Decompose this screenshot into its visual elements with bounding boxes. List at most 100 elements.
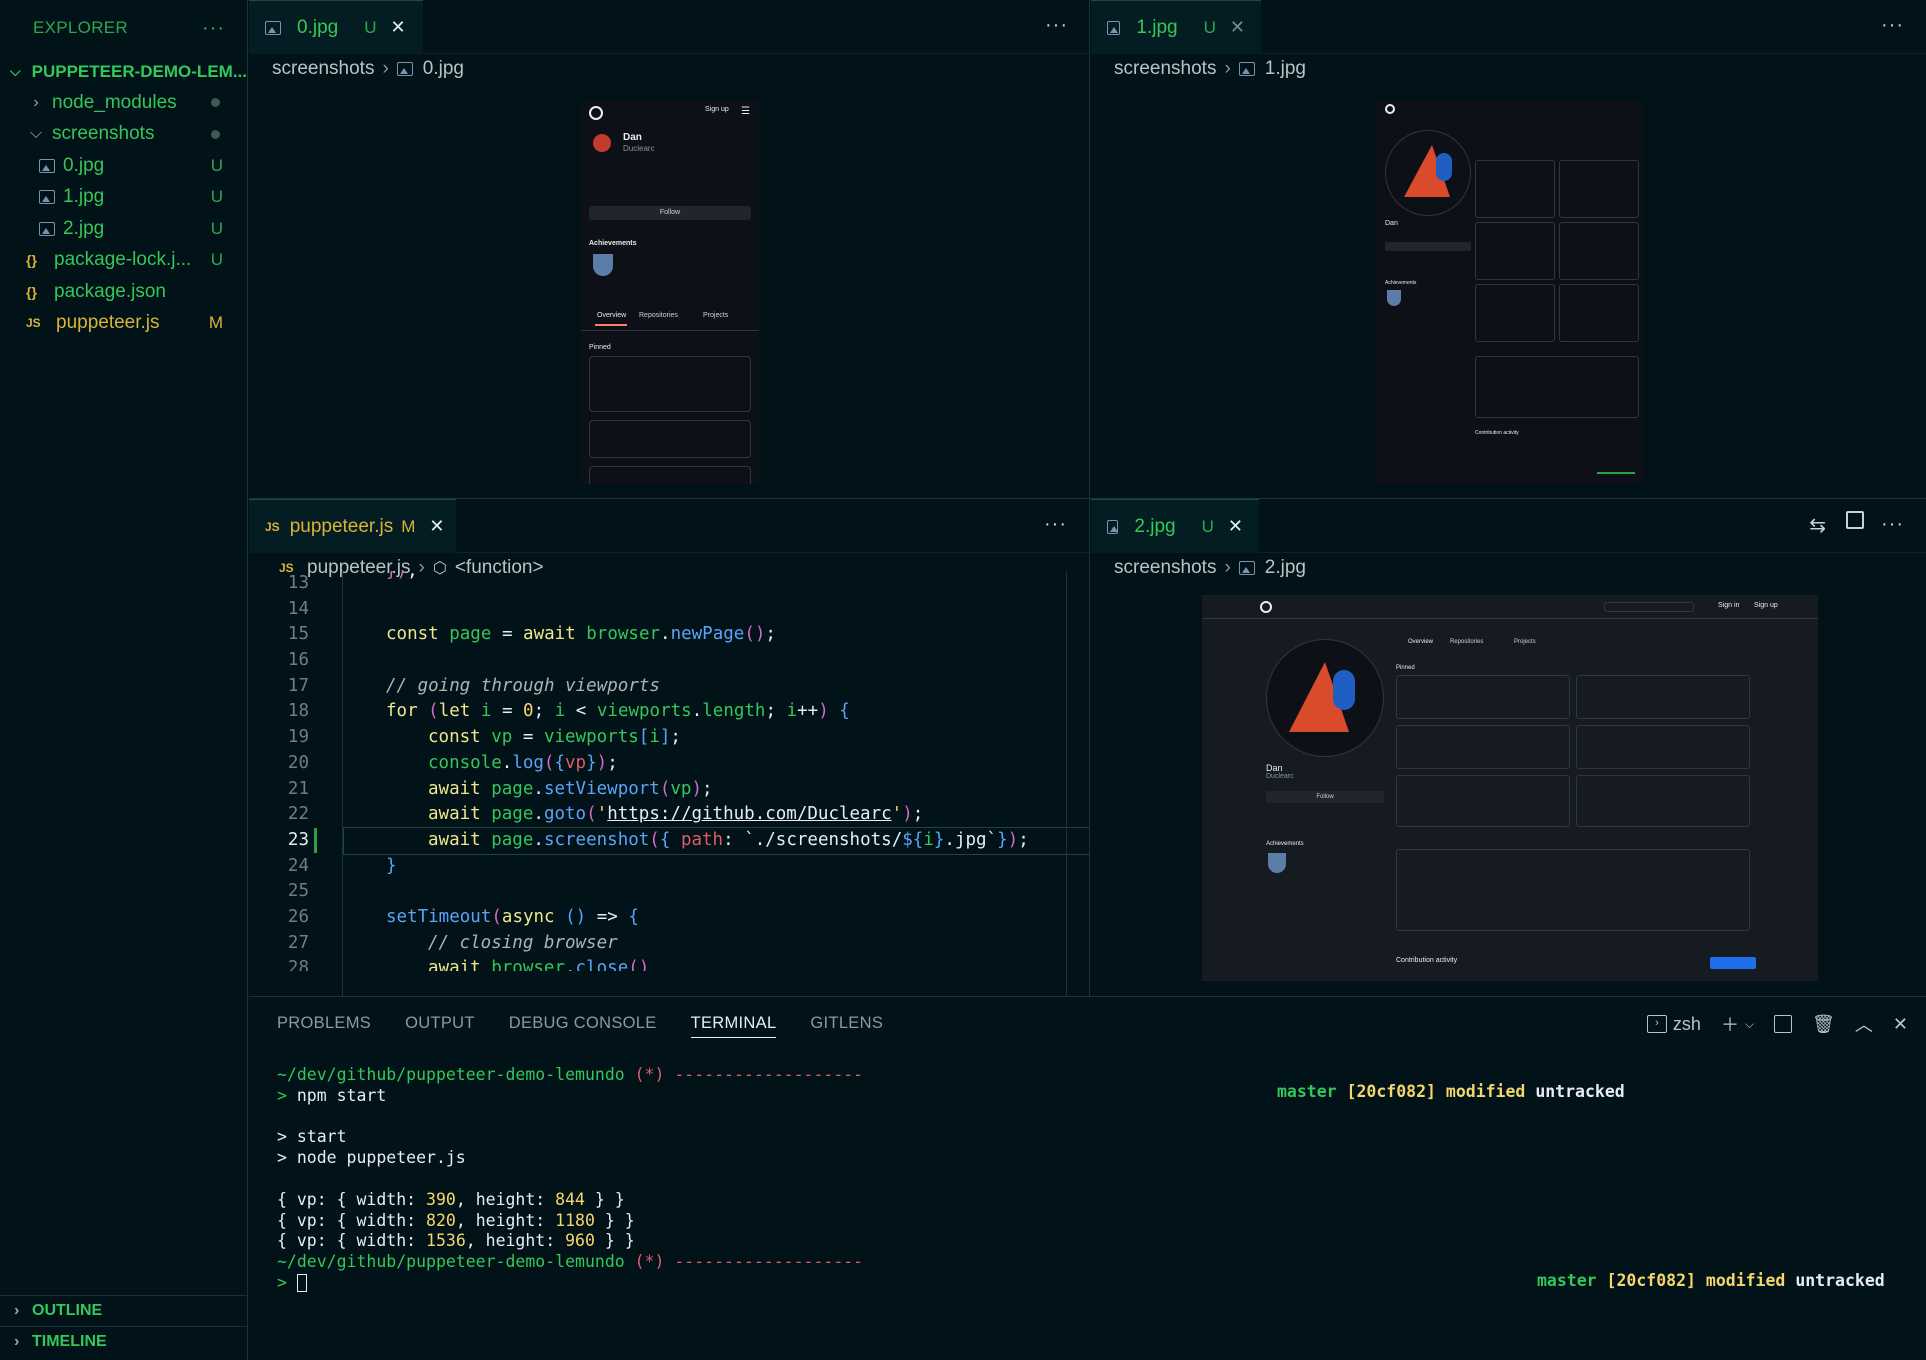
image-file-icon bbox=[1238, 62, 1255, 76]
avatar bbox=[1266, 639, 1384, 757]
code-text: // closing browser bbox=[428, 932, 618, 953]
breadcrumb-file[interactable]: 0.jpg bbox=[423, 58, 464, 80]
tab-0-jpg[interactable]: 0.jpg U ✕ bbox=[249, 0, 423, 54]
profile-name: Dan bbox=[1266, 763, 1283, 773]
git-untracked: untracked bbox=[1535, 1082, 1625, 1101]
image-file-icon bbox=[39, 221, 55, 236]
breadcrumb-folder[interactable]: screenshots bbox=[1114, 557, 1216, 579]
js-file-icon: JS bbox=[265, 519, 280, 534]
shell-name: zsh bbox=[1672, 1013, 1701, 1034]
tree-item-label: screenshots bbox=[52, 123, 155, 145]
tab-terminal[interactable]: TERMINAL bbox=[690, 1014, 777, 1038]
tab-bar: 1.jpg U ✕ ··· bbox=[1091, 0, 1926, 54]
terminal-output[interactable]: ~/dev/github/puppeteer-demo-lemundo (*) … bbox=[277, 1065, 1906, 1294]
avatar-art bbox=[1436, 153, 1452, 181]
line-number: 20 bbox=[287, 752, 309, 773]
code-line: 17 // going through viewports bbox=[249, 674, 1089, 700]
contribution-heading: Contribution activity bbox=[1396, 957, 1458, 964]
more-actions-icon[interactable]: ··· bbox=[1881, 513, 1904, 536]
image-preview-2: Sign in Sign up Dan Duclearc Follow Achi… bbox=[1202, 595, 1818, 981]
status-badge: U bbox=[210, 218, 223, 238]
project-folder[interactable]: ⌵ PUPPETEER-DEMO-LEM... bbox=[0, 56, 247, 87]
line-number: 27 bbox=[287, 932, 309, 953]
tab-debug-console[interactable]: DEBUG CONSOLE bbox=[509, 1014, 657, 1033]
tab-2-jpg[interactable]: 2.jpg U ✕ bbox=[1091, 499, 1259, 553]
more-actions-icon[interactable]: ··· bbox=[1044, 513, 1067, 536]
line-number: 22 bbox=[287, 804, 309, 825]
follow-button: Follow bbox=[589, 206, 751, 220]
scrollbar-track[interactable] bbox=[1066, 571, 1067, 996]
split-terminal-icon[interactable] bbox=[1774, 1015, 1793, 1033]
github-logo-icon bbox=[1260, 601, 1272, 613]
close-icon[interactable]: ✕ bbox=[390, 17, 405, 38]
tab-1-jpg[interactable]: 1.jpg U ✕ bbox=[1091, 0, 1261, 54]
explorer-sidebar: EXPLORER ··· ⌵ PUPPETEER-DEMO-LEM... › n… bbox=[0, 0, 248, 1360]
terminal-rule: ------------------- bbox=[674, 1065, 864, 1084]
more-actions-icon[interactable]: ··· bbox=[1881, 14, 1904, 37]
close-icon[interactable]: ✕ bbox=[1893, 1014, 1908, 1035]
tab-output[interactable]: OUTPUT bbox=[405, 1014, 475, 1033]
tab-gitlens[interactable]: GITLENS bbox=[810, 1014, 883, 1033]
tree-item-package-lock[interactable]: {} package-lock.j... U bbox=[0, 245, 247, 277]
explorer-more-icon[interactable]: ··· bbox=[202, 17, 225, 40]
close-icon[interactable]: ✕ bbox=[429, 516, 444, 537]
trash-icon[interactable]: 🗑 bbox=[1812, 1014, 1835, 1035]
line-number: 16 bbox=[287, 650, 309, 671]
code-line: 13}); bbox=[249, 571, 1089, 597]
close-icon[interactable]: ✕ bbox=[1228, 516, 1243, 537]
tree-item-node-modules[interactable]: › node_modules bbox=[0, 87, 247, 119]
terminal-line: ~/dev/github/puppeteer-demo-lemundo (*) … bbox=[277, 1065, 1906, 1086]
chevron-down-icon: ⌵ bbox=[10, 63, 21, 79]
timeline-section[interactable]: › TIMELINE bbox=[0, 1326, 248, 1357]
pinned-card bbox=[1576, 775, 1750, 827]
tab-problems[interactable]: PROBLEMS bbox=[277, 1014, 371, 1033]
editor-pane-0: 0.jpg U ✕ ··· screenshots › 0.jpg Sign u… bbox=[249, 0, 1090, 498]
chevron-down-icon: ⌵ bbox=[29, 125, 43, 143]
pinned-card bbox=[1475, 222, 1555, 280]
explorer-title: EXPLORER bbox=[33, 18, 128, 37]
tab-puppeteer-js[interactable]: JS puppeteer.js M ✕ bbox=[249, 499, 456, 553]
add-terminal-icon[interactable]: ＋ bbox=[1721, 1011, 1739, 1037]
compare-icon[interactable]: ⇆ bbox=[1809, 513, 1826, 538]
breadcrumb-file[interactable]: 2.jpg bbox=[1265, 557, 1306, 579]
split-editor-icon[interactable] bbox=[1846, 511, 1864, 529]
chevron-up-icon[interactable]: ︿ bbox=[1855, 1011, 1873, 1037]
breadcrumb: screenshots › 1.jpg bbox=[1091, 54, 1926, 84]
year-button bbox=[1710, 957, 1756, 969]
image-preview-0: Sign up ☰ Dan Duclearc Follow Achievemen… bbox=[581, 100, 759, 484]
breadcrumb-folder[interactable]: screenshots bbox=[1114, 58, 1216, 80]
line-number: 13 bbox=[287, 573, 309, 593]
terminal-shell-selector[interactable]: › zsh bbox=[1646, 1013, 1701, 1035]
tree-item-screenshots[interactable]: ⌵ screenshots bbox=[0, 119, 247, 151]
pinned-card bbox=[1396, 775, 1570, 827]
vp-height: 1180 bbox=[555, 1210, 595, 1230]
tree-item-2-jpg[interactable]: 2.jpg U bbox=[0, 213, 247, 245]
terminal-line: > start bbox=[277, 1127, 1906, 1148]
project-name: PUPPETEER-DEMO-LEM... bbox=[31, 61, 247, 81]
git-status-line: master [20cf082] modified untracked bbox=[1277, 1082, 1625, 1101]
tree-item-package-json[interactable]: {} package.json bbox=[0, 276, 247, 308]
outline-section[interactable]: › OUTLINE bbox=[0, 1295, 248, 1326]
pinned-heading: Pinned bbox=[1396, 665, 1415, 671]
git-branch: master bbox=[1277, 1082, 1337, 1101]
tree-item-puppeteer-js[interactable]: JS puppeteer.js M bbox=[0, 308, 247, 340]
breadcrumb-folder[interactable]: screenshots bbox=[272, 58, 374, 80]
image-file-icon bbox=[396, 62, 413, 76]
more-actions-icon[interactable]: ··· bbox=[1045, 14, 1068, 37]
line-number: 15 bbox=[287, 624, 309, 645]
code-text: // going through viewports bbox=[386, 675, 660, 696]
achievements-heading: Achievements bbox=[1385, 280, 1417, 286]
code-line: 24} bbox=[249, 854, 1089, 880]
code-line: 28 await browser.close() bbox=[249, 956, 1089, 971]
tree-item-0-jpg[interactable]: 0.jpg U bbox=[0, 150, 247, 182]
code-editor[interactable]: 13}); 14 15 const page = await browser.ne… bbox=[249, 571, 1089, 971]
git-modified: modified bbox=[1445, 1082, 1526, 1101]
breadcrumb-file[interactable]: 1.jpg bbox=[1265, 58, 1306, 80]
profile-name: Dan bbox=[623, 132, 642, 143]
achievement-badge-icon bbox=[1387, 290, 1401, 306]
status-dot bbox=[211, 98, 220, 108]
chevron-down-icon[interactable]: ⌵ bbox=[1745, 1017, 1754, 1032]
tree-item-1-jpg[interactable]: 1.jpg U bbox=[0, 182, 247, 214]
close-icon[interactable]: ✕ bbox=[1230, 17, 1245, 38]
